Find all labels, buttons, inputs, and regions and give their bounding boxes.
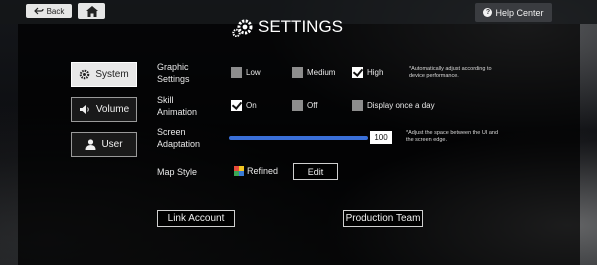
- checkbox[interactable]: [292, 100, 303, 111]
- back-button[interactable]: Back: [26, 4, 72, 18]
- sidebar-item-volume[interactable]: Volume: [71, 97, 137, 122]
- skill-on-option[interactable]: On: [231, 100, 257, 111]
- page-title-text: SETTINGS: [258, 17, 344, 36]
- sidebar-item-label: System: [95, 69, 129, 80]
- graphic-settings-label: Graphic Settings: [157, 62, 190, 84]
- sidebar-item-system[interactable]: System: [71, 62, 137, 87]
- graphic-settings-note: *Automatically adjust according to devic…: [409, 66, 492, 79]
- slider-value-handle[interactable]: 100: [370, 131, 392, 144]
- help-center-label: Help Center: [495, 7, 544, 18]
- link-account-button[interactable]: Link Account: [157, 210, 235, 227]
- gear-icon: [80, 69, 90, 80]
- skill-off-option[interactable]: Off: [292, 100, 318, 111]
- checkbox[interactable]: [231, 67, 242, 78]
- edit-map-style-button[interactable]: Edit: [293, 163, 338, 180]
- home-icon: [85, 5, 98, 17]
- help-center-button[interactable]: ? Help Center: [475, 3, 552, 22]
- checkbox[interactable]: [352, 100, 363, 111]
- sidebar-item-user[interactable]: User: [71, 132, 137, 157]
- graphic-low-option[interactable]: Low: [231, 67, 261, 78]
- graphic-high-option[interactable]: High: [352, 67, 383, 78]
- speaker-icon: [79, 105, 89, 114]
- user-icon: [85, 139, 96, 150]
- skill-once-a-day-option[interactable]: Display once a day: [352, 100, 435, 111]
- map-style-value: Refined: [247, 166, 279, 176]
- checkbox[interactable]: [292, 67, 303, 78]
- home-button[interactable]: [78, 3, 105, 19]
- back-arrow-icon: [33, 7, 44, 15]
- gears-icon: [232, 19, 253, 37]
- back-button-label: Back: [46, 6, 65, 16]
- page-title: SETTINGS: [232, 16, 343, 38]
- screen-adaptation-note: *Adjust the space between the UI and the…: [406, 130, 499, 143]
- checkbox-checked[interactable]: [352, 67, 363, 78]
- graphic-medium-option[interactable]: Medium: [292, 67, 335, 78]
- map-style-icon: [234, 166, 244, 176]
- production-team-button[interactable]: Production Team: [343, 210, 423, 227]
- checkbox-checked[interactable]: [231, 100, 242, 111]
- screen-adaptation-label: Screen Adaptation: [157, 127, 201, 149]
- screen-adaptation-slider[interactable]: [229, 136, 368, 140]
- question-icon: ?: [483, 8, 493, 17]
- sidebar-item-label: User: [101, 139, 123, 150]
- sidebar-item-label: Volume: [95, 104, 130, 115]
- map-style-label: Map Style: [157, 167, 198, 177]
- skill-animation-label: Skill Animation: [157, 95, 198, 117]
